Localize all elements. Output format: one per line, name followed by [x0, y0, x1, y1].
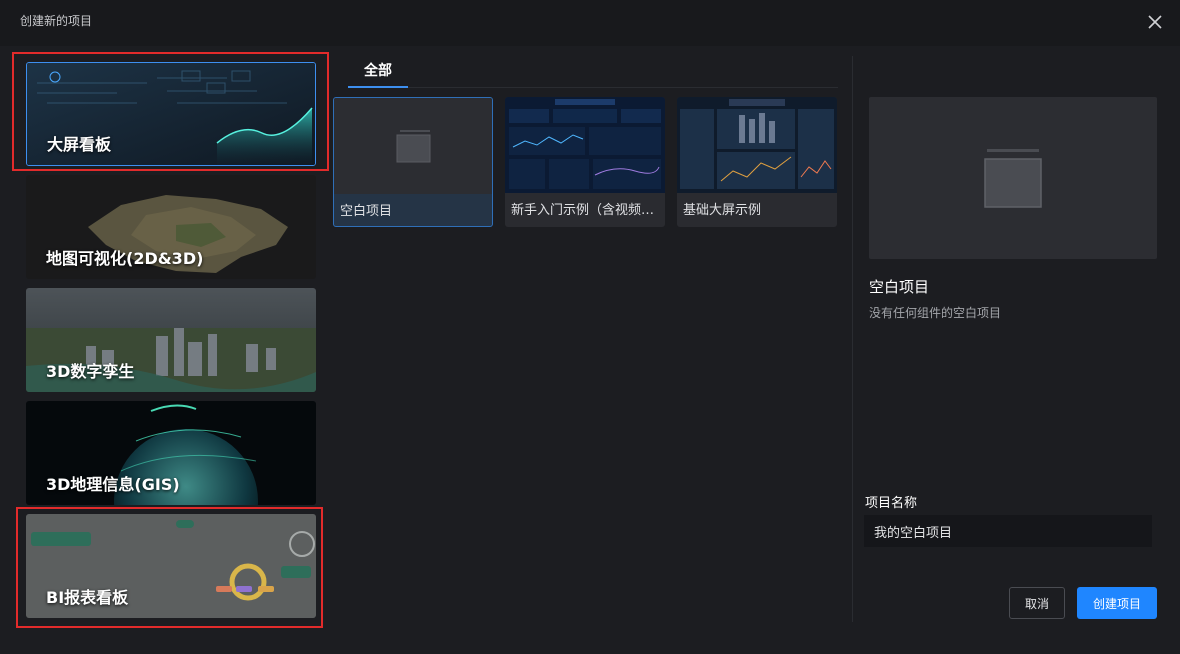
- category-label: 大屏看板: [47, 135, 112, 154]
- template-blank[interactable]: 空白项目: [333, 97, 493, 227]
- template-name: 基础大屏示例: [683, 203, 762, 218]
- template-panel: 全部 空白项目 新手入门示例（含视频… 基础大屏示例: [330, 46, 840, 654]
- category-label: BI报表看板: [46, 588, 129, 607]
- project-name-label: 项目名称: [865, 496, 918, 511]
- beginner-example-thumbnail: [505, 97, 665, 193]
- template-beginner-example[interactable]: 新手入门示例（含视频…: [505, 97, 665, 227]
- template-name: 空白项目: [340, 204, 393, 219]
- category-bi-report[interactable]: BI报表看板: [26, 514, 316, 618]
- blank-page-icon: [334, 98, 492, 194]
- dialog-title: 创建新的项目: [20, 14, 93, 28]
- tab-divider: [408, 87, 838, 88]
- template-basic-dashboard-example[interactable]: 基础大屏示例: [677, 97, 837, 227]
- dialog-titlebar: 创建新的项目: [0, 0, 1180, 46]
- project-name-input[interactable]: [864, 515, 1152, 547]
- tab-all[interactable]: 全部: [348, 60, 408, 86]
- panel-divider: [852, 56, 853, 622]
- category-list: 大屏看板 地图可视化(2D&3D) 3D数字孪生 3D地理信息(GIS) BI报…: [0, 46, 330, 654]
- category-map-visualization[interactable]: 地图可视化(2D&3D): [26, 175, 316, 279]
- close-icon[interactable]: [1142, 9, 1168, 35]
- tab-active-indicator: [348, 86, 408, 88]
- blank-page-icon: [984, 149, 1042, 208]
- category-3d-gis[interactable]: 3D地理信息(GIS): [26, 401, 316, 505]
- category-3d-digital-twin[interactable]: 3D数字孪生: [26, 288, 316, 392]
- category-label: 3D数字孪生: [46, 362, 135, 381]
- basic-dashboard-thumbnail: [677, 97, 837, 193]
- create-project-button[interactable]: 创建项目: [1077, 587, 1157, 619]
- preview-thumbnail: [869, 97, 1157, 259]
- cancel-button[interactable]: 取消: [1009, 587, 1065, 619]
- category-label: 3D地理信息(GIS): [46, 475, 180, 494]
- category-label: 地图可视化(2D&3D): [46, 249, 204, 268]
- preview-title: 空白项目: [869, 278, 930, 296]
- preview-description: 没有任何组件的空白项目: [869, 306, 1002, 320]
- template-name: 新手入门示例（含视频…: [511, 203, 655, 218]
- category-dashboard[interactable]: 大屏看板: [26, 62, 316, 166]
